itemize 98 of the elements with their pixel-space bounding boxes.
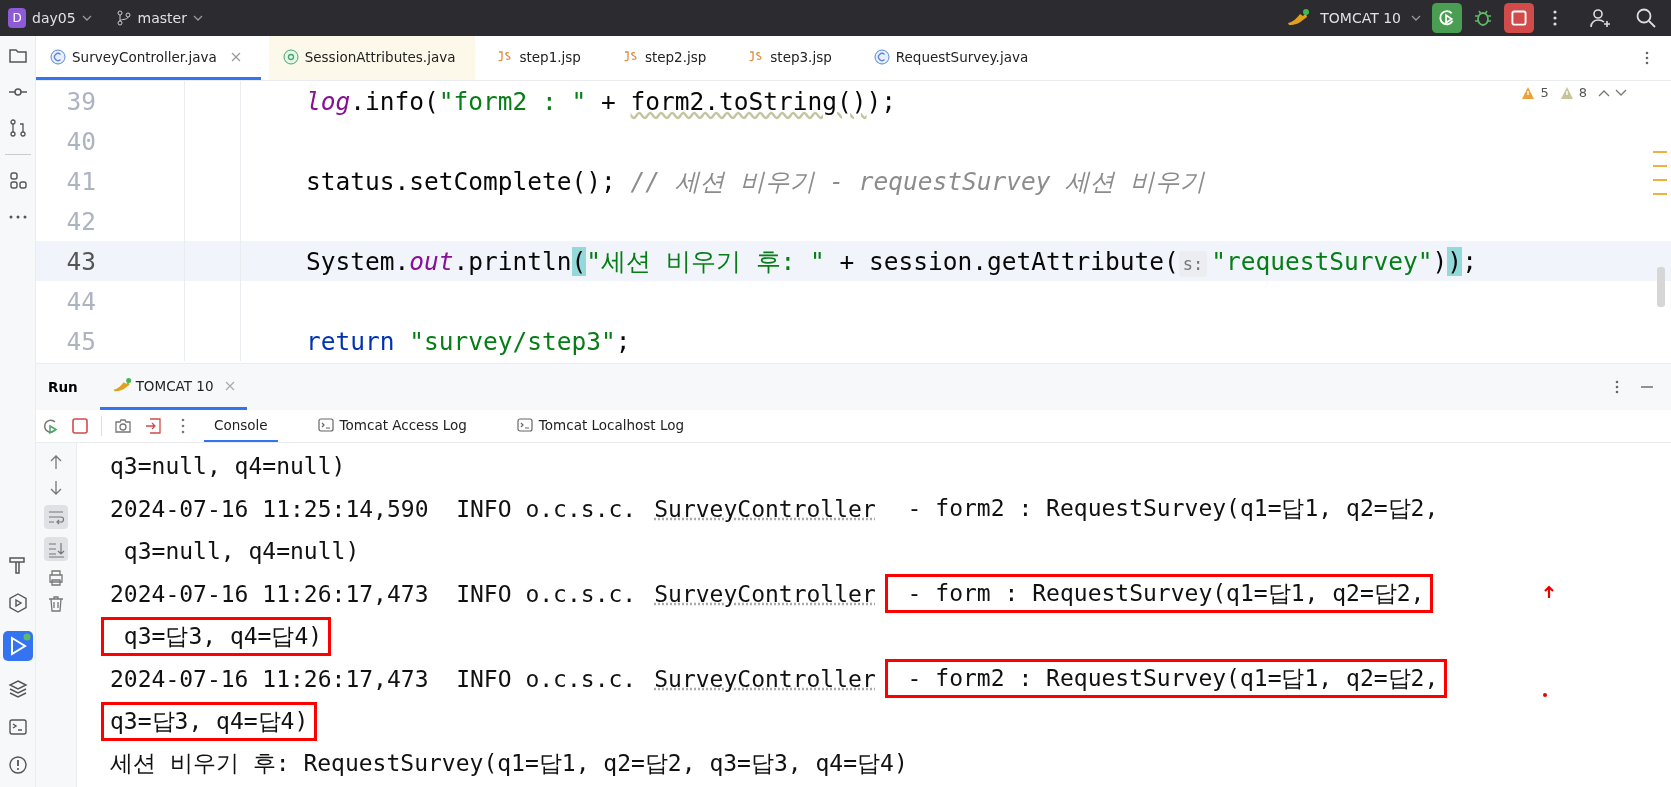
annotation-arrow-icon <box>1543 585 1555 599</box>
stop-button[interactable] <box>1503 3 1535 33</box>
line-number: 44 <box>65 286 96 316</box>
exit-icon[interactable] <box>144 417 162 435</box>
log-icon <box>516 417 533 433</box>
terminal-icon[interactable] <box>7 717 28 737</box>
file-tab[interactable]: step1.jsp <box>483 36 601 80</box>
matched-bracket: ( <box>571 246 587 276</box>
class-icon <box>50 48 66 65</box>
console-text[interactable]: SurveyController <box>645 491 885 526</box>
console-text: 2024-07-16 11:25:14,590 INFO o.c.s.c. <box>109 494 638 524</box>
code-text: .info( <box>350 86 439 116</box>
file-tab[interactable]: RequestSurvey.java <box>859 36 1049 80</box>
rerun-button[interactable] <box>1431 3 1463 33</box>
code-text: + session.getAttribute( <box>838 246 1179 276</box>
chevron-up-icon[interactable] <box>1598 88 1610 97</box>
annotation-icon <box>282 48 299 65</box>
close-icon[interactable] <box>230 51 241 62</box>
soft-wrap-icon[interactable] <box>44 505 68 529</box>
hammer-icon[interactable] <box>7 555 28 575</box>
code-text: + <box>600 86 617 116</box>
log-icon <box>317 417 334 433</box>
chevron-down-icon <box>81 15 92 21</box>
line-number: 41 <box>65 166 96 196</box>
structure-icon[interactable] <box>7 171 28 191</box>
trash-icon[interactable] <box>47 595 65 613</box>
code-text: ) <box>1432 246 1448 276</box>
console-text: q3=null, q4=null) <box>122 537 361 567</box>
tomcat-icon <box>111 378 132 393</box>
layers-icon[interactable] <box>7 679 28 699</box>
console-text: q3=null, q4=null) <box>109 452 347 482</box>
console-text[interactable]: SurveyController <box>645 576 885 611</box>
console-text: - form : RequestSurvey(q1=답1, q2=답2, <box>884 574 1434 614</box>
line-number: 39 <box>65 86 96 116</box>
camera-icon[interactable] <box>114 417 132 435</box>
file-tab[interactable]: step3.jsp <box>734 36 852 80</box>
chevron-down-icon <box>1411 15 1421 21</box>
file-tab[interactable]: step2.jsp <box>608 36 727 80</box>
console-text: 2024-07-16 11:26:17,473 INFO o.c.s.c. <box>109 664 638 694</box>
code-text: ); <box>866 86 897 116</box>
run-tool-icon[interactable] <box>2 631 33 661</box>
code-comment: // 세션 비우기 - requestSurvey 세션 비우기 <box>630 166 1206 196</box>
project-badge: D <box>8 8 26 28</box>
console-text: q3=답3, q4=답4) <box>101 616 332 656</box>
console-tab[interactable]: Tomcat Localhost Log <box>506 410 695 442</box>
rerun-icon[interactable] <box>41 417 59 435</box>
line-number: 40 <box>65 126 96 156</box>
folder-icon[interactable] <box>7 46 28 66</box>
project-selector[interactable]: day05 <box>32 10 76 26</box>
string-literal: "form2 : " <box>438 86 587 116</box>
add-user-icon[interactable] <box>1589 7 1611 29</box>
scrollbar-thumb[interactable] <box>1657 267 1665 307</box>
branch-icon <box>115 10 132 26</box>
line-number: 45 <box>65 326 96 356</box>
print-icon[interactable] <box>47 569 65 587</box>
file-tab[interactable]: SurveyController.java <box>36 36 261 80</box>
console-text[interactable]: SurveyController <box>645 661 885 696</box>
run-tab[interactable]: TOMCAT 10 <box>99 364 248 410</box>
warned-code: form2.toString() <box>630 86 867 116</box>
chevron-down-icon[interactable] <box>1615 88 1627 97</box>
console-text: 세션 비우기 후: RequestSurvey(q1=답1, q2=답2, q3=답3, q4=답4) <box>109 749 909 779</box>
branch-selector[interactable]: master <box>137 10 187 26</box>
file-tab[interactable]: SessionAttributes.java <box>268 36 476 80</box>
line-number: 42 <box>65 206 96 236</box>
keyword: return <box>306 326 395 356</box>
console-text: q3=답3, q4=답4) <box>101 701 318 741</box>
console-text: 2024-07-16 11:26:17,473 INFO o.c.s.c. <box>109 579 638 609</box>
search-icon[interactable] <box>1635 7 1657 29</box>
field-name: out <box>409 246 454 276</box>
console-tab[interactable]: Tomcat Access Log <box>307 410 477 442</box>
console-text: - form2 : RequestSurvey(q1=답1, q2=답2, <box>906 494 1440 524</box>
string-literal: "survey/step3" <box>409 326 616 356</box>
panel-title: Run <box>48 379 78 395</box>
stop-icon[interactable] <box>71 417 89 435</box>
code-text: ; <box>615 326 631 356</box>
debug-icon[interactable] <box>1473 8 1493 28</box>
tomcat-icon <box>1286 9 1311 27</box>
pull-request-icon[interactable] <box>7 118 28 138</box>
weak-warning-count: 8 <box>1578 85 1587 100</box>
code-text: status.setComplete(); <box>306 166 617 196</box>
code-text: ; <box>1462 246 1477 276</box>
code-text: System. <box>306 246 410 276</box>
string-literal: "requestSurvey" <box>1211 246 1433 276</box>
chevron-down-icon <box>192 15 203 21</box>
line-number: 43 <box>65 246 96 276</box>
services-icon[interactable] <box>7 593 28 613</box>
field-name: log <box>306 86 351 116</box>
console-tab[interactable]: Console <box>204 410 278 442</box>
code-text: .println <box>453 246 572 276</box>
run-config-selector[interactable]: TOMCAT 10 <box>1320 10 1401 26</box>
warning-count: 5 <box>1540 85 1549 100</box>
parameter-hint: s: <box>1178 250 1208 277</box>
console-text: - form2 : RequestSurvey(q1=답1, q2=답2, <box>884 659 1448 699</box>
string-literal: "세션 비우기 후: " <box>586 246 825 276</box>
class-icon <box>873 48 890 65</box>
matched-bracket: ) <box>1447 246 1463 276</box>
problems-icon[interactable] <box>7 755 28 775</box>
annotation-dot-icon <box>1543 693 1547 697</box>
